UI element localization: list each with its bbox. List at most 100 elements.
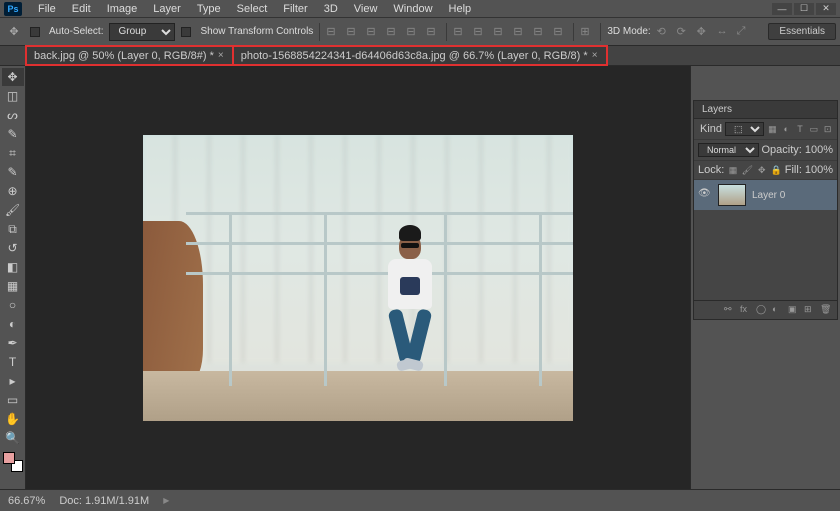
gradient-tool[interactable]: ▦: [2, 277, 24, 295]
layer-row[interactable]: 👁 Layer 0: [694, 180, 837, 210]
hand-tool[interactable]: ✋: [2, 410, 24, 428]
minimize-button[interactable]: —: [772, 3, 792, 15]
layer-thumbnail[interactable]: [718, 184, 746, 206]
path-select-tool[interactable]: ▸: [2, 372, 24, 390]
move-tool-icon: ✥: [4, 22, 24, 42]
adjustment-layer-icon[interactable]: ◐: [772, 304, 786, 316]
eraser-tool[interactable]: ◧: [2, 258, 24, 276]
menu-help[interactable]: Help: [441, 1, 480, 17]
lock-position-icon[interactable]: ✥: [756, 164, 767, 176]
3d-roll-icon[interactable]: ⟳: [677, 25, 691, 39]
zoom-tool[interactable]: 🔍: [2, 429, 24, 447]
document-canvas[interactable]: [143, 135, 573, 421]
auto-align-icon[interactable]: ⊞: [580, 25, 594, 39]
align-right-icon[interactable]: ⊟: [366, 25, 380, 39]
close-icon[interactable]: ×: [218, 50, 224, 61]
auto-select-dropdown[interactable]: Group: [109, 23, 175, 41]
lock-pixels-icon[interactable]: 🖌: [742, 164, 753, 176]
clone-tool[interactable]: ⧉: [2, 220, 24, 238]
filter-adjust-icon[interactable]: ◐: [781, 123, 792, 135]
distribute-3-icon[interactable]: ⊟: [493, 25, 507, 39]
filter-kind-label: Kind: [700, 123, 722, 135]
layer-style-icon[interactable]: fx: [740, 304, 754, 316]
distribute-2-icon[interactable]: ⊟: [473, 25, 487, 39]
filter-smart-icon[interactable]: ⊡: [822, 123, 833, 135]
auto-select-checkbox[interactable]: [30, 27, 40, 37]
tab-label: photo-1568854224341-d64406d63c8a.jpg @ 6…: [241, 50, 588, 62]
close-icon[interactable]: ×: [592, 50, 598, 61]
lock-label: Lock:: [698, 164, 724, 176]
dodge-tool[interactable]: ◐: [2, 315, 24, 333]
layers-panel: Layers Kind ⬚ ▦ ◐ T ▭ ⊡ Normal Opacity: …: [693, 100, 838, 320]
show-transform-checkbox[interactable]: [181, 27, 191, 37]
workspace-switcher[interactable]: Essentials: [768, 23, 836, 40]
mode-3d-label: 3D Mode:: [607, 26, 650, 37]
distribute-1-icon[interactable]: ⊟: [453, 25, 467, 39]
filter-kind-select[interactable]: ⬚: [725, 122, 764, 136]
move-tool[interactable]: ✥: [2, 68, 24, 86]
new-layer-icon[interactable]: ⊞: [804, 304, 818, 316]
pen-tool[interactable]: ✒: [2, 334, 24, 352]
menu-layer[interactable]: Layer: [145, 1, 189, 17]
layer-mask-icon[interactable]: ◯: [756, 304, 770, 316]
blend-mode-select[interactable]: Normal: [698, 143, 759, 157]
right-panel-dock: Layers Kind ⬚ ▦ ◐ T ▭ ⊡ Normal Opacity: …: [690, 66, 840, 489]
menu-3d[interactable]: 3D: [316, 1, 346, 17]
fill-value[interactable]: 100%: [805, 164, 833, 176]
layer-name[interactable]: Layer 0: [752, 190, 785, 201]
menu-file[interactable]: File: [30, 1, 64, 17]
restore-button[interactable]: ☐: [794, 3, 814, 15]
menu-edit[interactable]: Edit: [64, 1, 99, 17]
show-transform-label: Show Transform Controls: [200, 26, 313, 37]
history-brush-tool[interactable]: ↺: [2, 239, 24, 257]
3d-rotate-icon[interactable]: ⟲: [657, 25, 671, 39]
3d-scale-icon[interactable]: ⤢: [737, 25, 751, 39]
group-icon[interactable]: ▣: [788, 304, 802, 316]
menu-window[interactable]: Window: [385, 1, 440, 17]
lasso-tool[interactable]: ᔕ: [2, 106, 24, 124]
align-center-h-icon[interactable]: ⊟: [346, 25, 360, 39]
crop-tool[interactable]: ⌗: [2, 144, 24, 162]
document-tab-2[interactable]: photo-1568854224341-d64406d63c8a.jpg @ 6…: [233, 46, 607, 65]
menu-type[interactable]: Type: [189, 1, 229, 17]
menu-image[interactable]: Image: [99, 1, 146, 17]
align-bottom-icon[interactable]: ⊟: [426, 25, 440, 39]
app-logo: Ps: [4, 2, 22, 16]
lock-transparency-icon[interactable]: ▦: [727, 164, 738, 176]
opacity-value[interactable]: 100%: [805, 144, 833, 156]
distribute-4-icon[interactable]: ⊟: [513, 25, 527, 39]
status-bar: 66.67% Doc: 1.91M/1.91M ▶: [0, 489, 840, 511]
filter-pixel-icon[interactable]: ▦: [767, 123, 778, 135]
delete-layer-icon[interactable]: 🗑: [820, 304, 834, 316]
shape-tool[interactable]: ▭: [2, 391, 24, 409]
align-left-icon[interactable]: ⊟: [326, 25, 340, 39]
brush-tool[interactable]: 🖌: [2, 201, 24, 219]
3d-pan-icon[interactable]: ✥: [697, 25, 711, 39]
filter-type-icon[interactable]: T: [795, 123, 806, 135]
healing-tool[interactable]: ⊕: [2, 182, 24, 200]
distribute-5-icon[interactable]: ⊟: [533, 25, 547, 39]
menu-select[interactable]: Select: [229, 1, 276, 17]
filter-shape-icon[interactable]: ▭: [808, 123, 819, 135]
link-layers-icon[interactable]: ⚯: [724, 304, 738, 316]
document-tab-1[interactable]: back.jpg @ 50% (Layer 0, RGB/8#) * ×: [26, 46, 233, 65]
eyedropper-tool[interactable]: ✎: [2, 163, 24, 181]
distribute-6-icon[interactable]: ⊟: [553, 25, 567, 39]
menu-view[interactable]: View: [346, 1, 386, 17]
auto-select-label: Auto-Select:: [49, 26, 103, 37]
foreground-color-swatch[interactable]: [3, 452, 15, 464]
layers-panel-tab[interactable]: Layers: [694, 101, 837, 119]
marquee-tool[interactable]: ◫: [2, 87, 24, 105]
quick-select-tool[interactable]: ✎: [2, 125, 24, 143]
blur-tool[interactable]: ○: [2, 296, 24, 314]
lock-all-icon[interactable]: 🔒: [770, 164, 781, 176]
menu-filter[interactable]: Filter: [275, 1, 315, 17]
canvas-area[interactable]: [26, 66, 690, 489]
3d-slide-icon[interactable]: ↔: [717, 25, 731, 39]
align-center-v-icon[interactable]: ⊟: [406, 25, 420, 39]
visibility-icon[interactable]: 👁: [698, 188, 712, 202]
close-button[interactable]: ✕: [816, 3, 836, 15]
color-swatches[interactable]: [3, 452, 23, 472]
type-tool[interactable]: T: [2, 353, 24, 371]
align-top-icon[interactable]: ⊟: [386, 25, 400, 39]
